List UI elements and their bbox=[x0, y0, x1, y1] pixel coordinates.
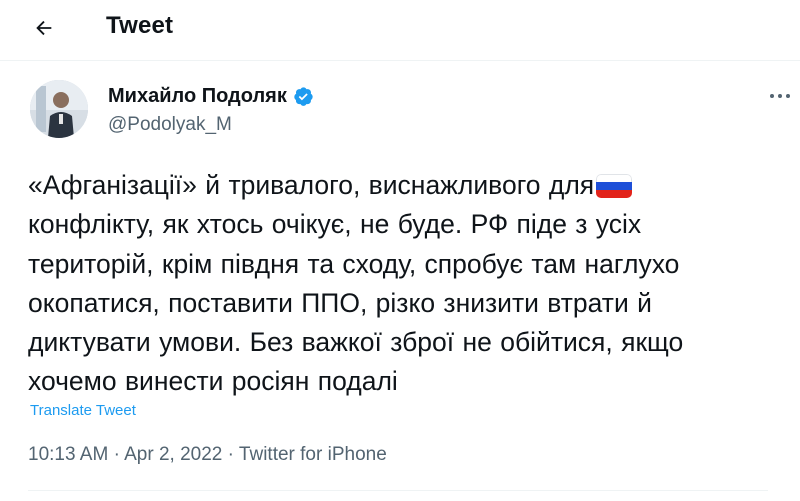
tweet-date[interactable]: Apr 2, 2022 bbox=[124, 444, 222, 465]
avatar[interactable] bbox=[30, 80, 88, 138]
tweet-text: «Афганізації» й тривалого, виснажливого … bbox=[28, 166, 768, 402]
meta-separator: · bbox=[113, 444, 120, 465]
arrow-left-icon bbox=[36, 20, 52, 36]
author-name-text: Михайло Подоляк bbox=[108, 85, 287, 107]
tweet-line: територій, крім півдня та сходу, спробує… bbox=[28, 248, 680, 279]
tweet-line: «Афганізації» й тривалого, виснажливого … bbox=[28, 166, 768, 205]
tweet-line: окопатися, поставити ППО, різко знизити … bbox=[28, 287, 652, 318]
tweet-line: диктувати умови. Без важкої зброї не обі… bbox=[28, 327, 684, 358]
tweet-time[interactable]: 10:13 AM bbox=[28, 444, 108, 465]
more-button[interactable] bbox=[764, 84, 796, 108]
meta-separator: · bbox=[227, 444, 234, 465]
back-button[interactable] bbox=[28, 12, 60, 44]
content-divider bbox=[28, 490, 768, 491]
page-header: Tweet bbox=[0, 0, 800, 56]
tweet-line: хочемо винести росіян подалі bbox=[28, 366, 398, 397]
page-title: Tweet bbox=[106, 12, 174, 39]
header-divider bbox=[0, 60, 800, 61]
translate-tweet-link[interactable]: Translate Tweet bbox=[30, 402, 136, 419]
avatar-photo bbox=[30, 80, 88, 138]
more-horizontal-icon bbox=[770, 94, 790, 98]
author-handle[interactable]: @Podolyak_M bbox=[108, 114, 232, 136]
tweet-metadata: 10:13 AM · Apr 2, 2022 · Twitter for iPh… bbox=[28, 444, 387, 466]
russia-flag-emoji bbox=[596, 174, 633, 198]
author-name[interactable]: Михайло Подоляк bbox=[108, 85, 314, 108]
verified-badge-icon bbox=[294, 87, 313, 106]
tweet-line: конфлікту, як хтось очікує, не буде. РФ … bbox=[28, 209, 642, 240]
tweet-source[interactable]: Twitter for iPhone bbox=[239, 444, 387, 465]
